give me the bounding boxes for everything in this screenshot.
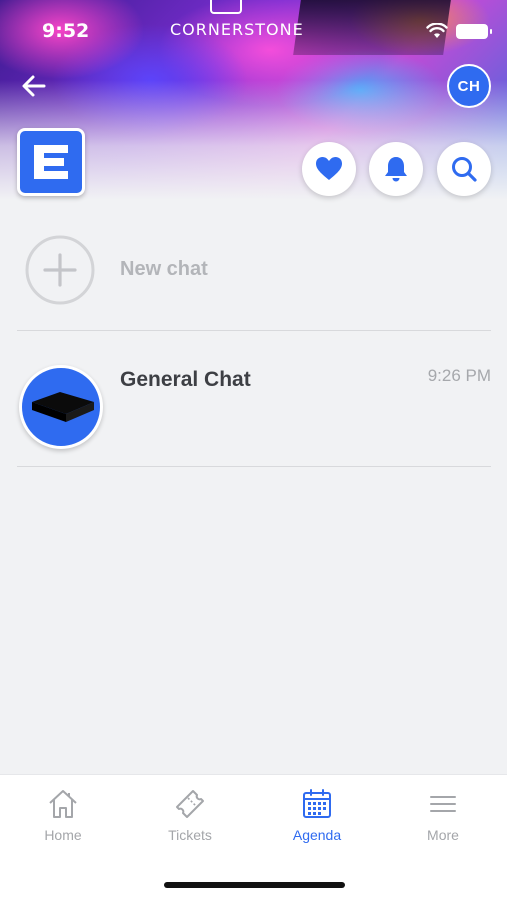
search-button[interactable] xyxy=(437,142,491,196)
divider xyxy=(17,330,491,331)
brand-name: CORNERSTONE xyxy=(170,20,304,39)
arrow-left-icon[interactable] xyxy=(18,70,50,102)
tab-agenda-label: Agenda xyxy=(292,827,342,843)
ticket-icon xyxy=(176,790,204,818)
menu-icon xyxy=(430,796,456,812)
wifi-icon xyxy=(426,23,448,38)
tab-tickets-label: Tickets xyxy=(168,827,212,843)
tab-home-label: Home xyxy=(44,827,82,843)
add-circle-icon xyxy=(25,235,95,305)
tab-more-label: More xyxy=(427,827,459,843)
heart-icon xyxy=(316,157,342,180)
chat-list-item[interactable]: General Chat 9:26 PM xyxy=(17,360,491,455)
tab-agenda[interactable]: Agenda xyxy=(267,787,367,847)
home-icon xyxy=(49,790,77,818)
chat-avatar xyxy=(19,365,103,449)
tab-more[interactable]: More xyxy=(393,787,493,847)
cornerstone-logo-mark xyxy=(210,0,242,14)
new-chat-label: New chat xyxy=(120,258,208,280)
tab-tickets[interactable]: Tickets xyxy=(140,787,240,847)
chat-timestamp: 9:26 PM xyxy=(427,366,491,385)
status-time: 9:52 xyxy=(42,20,90,42)
chat-title: General Chat xyxy=(120,368,251,391)
box-icon xyxy=(32,392,94,422)
favorites-button[interactable] xyxy=(302,142,356,196)
app-logo-icon xyxy=(34,145,68,179)
tab-home[interactable]: Home xyxy=(13,787,113,847)
notifications-button[interactable] xyxy=(369,142,423,196)
battery-icon xyxy=(456,24,492,39)
search-icon xyxy=(452,157,477,182)
user-avatar[interactable]: CH xyxy=(447,64,491,108)
app-logo xyxy=(17,128,85,196)
new-chat-button[interactable]: New chat xyxy=(17,232,491,308)
home-indicator xyxy=(164,882,345,888)
divider xyxy=(17,466,491,467)
calendar-icon xyxy=(303,789,331,818)
bell-icon xyxy=(385,157,407,182)
